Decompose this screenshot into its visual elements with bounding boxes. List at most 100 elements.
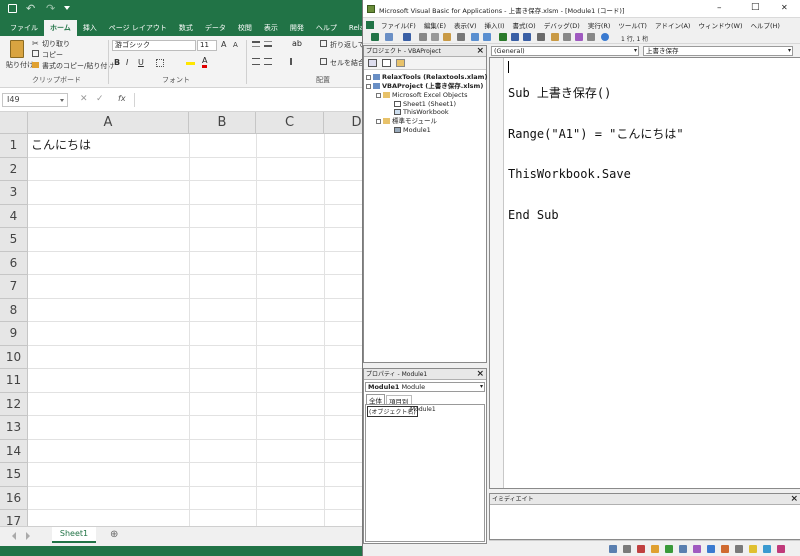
- tab-help[interactable]: ヘルプ: [310, 20, 343, 36]
- immediate-close-icon[interactable]: ×: [790, 494, 798, 505]
- save-icon[interactable]: [403, 33, 411, 41]
- redo-icon[interactable]: ↷: [46, 2, 55, 15]
- maximize-button[interactable]: □: [751, 2, 760, 12]
- object-browser-icon[interactable]: [575, 33, 583, 41]
- find-icon[interactable]: [457, 33, 465, 41]
- code-line[interactable]: End Sub: [508, 208, 684, 223]
- tray-icon-10[interactable]: [735, 545, 743, 553]
- insert-function-icon[interactable]: fx: [118, 94, 126, 103]
- column-header-c[interactable]: C: [256, 112, 324, 134]
- paste-button[interactable]: 貼り付け: [6, 60, 34, 70]
- object-selector[interactable]: Module1 Module ▾: [365, 382, 485, 392]
- menu-insert[interactable]: 挿入(I): [481, 20, 509, 30]
- row-header[interactable]: 16: [0, 486, 28, 510]
- cut-button[interactable]: 切り取り: [42, 39, 70, 49]
- font-color-icon[interactable]: A: [202, 57, 208, 68]
- tray-icon-8[interactable]: [707, 545, 715, 553]
- menu-debug[interactable]: デバッグ(D): [540, 20, 584, 30]
- view-code-icon[interactable]: [368, 59, 377, 67]
- project-explorer-icon[interactable]: [551, 33, 559, 41]
- tab-insert[interactable]: 挿入: [77, 20, 103, 36]
- formula-input[interactable]: [134, 93, 360, 107]
- sheet-tab-sheet1[interactable]: Sheet1: [52, 527, 96, 543]
- cut-icon[interactable]: [419, 33, 427, 41]
- run-icon[interactable]: [499, 33, 507, 41]
- font-size-combo[interactable]: 11: [197, 40, 217, 51]
- tab-developer[interactable]: 開発: [284, 20, 310, 36]
- close-button[interactable]: ✕: [781, 3, 788, 12]
- tree-thisworkbook[interactable]: ThisWorkbook: [394, 108, 449, 116]
- format-painter-button[interactable]: 書式のコピー/貼り付け: [42, 61, 114, 71]
- row-header[interactable]: 14: [0, 439, 28, 463]
- select-all-corner[interactable]: [0, 112, 28, 134]
- tab-home[interactable]: ホーム: [44, 20, 77, 36]
- orientation-icon[interactable]: ab: [292, 39, 302, 48]
- underline-button[interactable]: U: [138, 58, 144, 67]
- menu-edit[interactable]: 編集(E): [420, 20, 450, 30]
- row-header[interactable]: 10: [0, 345, 28, 369]
- tree-module1[interactable]: Module1: [394, 126, 431, 134]
- borders-icon[interactable]: [156, 59, 164, 67]
- help-icon[interactable]: [601, 33, 609, 41]
- tray-icon-9[interactable]: [721, 545, 729, 553]
- column-header-b[interactable]: B: [189, 112, 256, 134]
- menu-help[interactable]: ヘルプ(H): [746, 20, 783, 30]
- menu-file[interactable]: ファイル(F): [377, 20, 420, 30]
- row-header[interactable]: 17: [0, 510, 28, 526]
- tree-excel-objects[interactable]: Microsoft Excel Objects: [376, 91, 468, 99]
- view-excel-icon[interactable]: [371, 33, 379, 41]
- tray-icon-4[interactable]: [651, 545, 659, 553]
- italic-button[interactable]: I: [126, 58, 128, 67]
- project-close-icon[interactable]: ×: [476, 46, 484, 57]
- code-editor[interactable]: Sub 上書き保存() Range("A1") = "こんにちは" ThisWo…: [508, 60, 684, 249]
- menu-format[interactable]: 書式(O): [509, 20, 540, 30]
- immediate-window[interactable]: イミディエイト ×: [489, 493, 800, 540]
- collapse-icon[interactable]: [376, 93, 381, 98]
- tree-sheet1[interactable]: Sheet1 (Sheet1): [394, 100, 456, 108]
- row-header[interactable]: 13: [0, 416, 28, 440]
- tray-icon-5[interactable]: [665, 545, 673, 553]
- row-header[interactable]: 12: [0, 392, 28, 416]
- row-header[interactable]: 1: [0, 134, 28, 158]
- code-line[interactable]: Range("A1") = "こんにちは": [508, 127, 684, 142]
- tab-data[interactable]: データ: [199, 20, 232, 36]
- row-header[interactable]: 5: [0, 228, 28, 252]
- save-icon[interactable]: [8, 4, 17, 13]
- tab-file[interactable]: ファイル: [4, 20, 44, 36]
- properties-close-icon[interactable]: ×: [476, 369, 484, 380]
- grow-font-icon[interactable]: A: [221, 40, 226, 49]
- tray-icon-12[interactable]: [763, 545, 771, 553]
- font-name-combo[interactable]: 游ゴシック: [112, 40, 196, 51]
- row-header[interactable]: 3: [0, 181, 28, 205]
- row-header[interactable]: 15: [0, 463, 28, 487]
- collapse-icon[interactable]: [376, 119, 381, 124]
- reset-icon[interactable]: [523, 33, 531, 41]
- undo-icon[interactable]: [471, 33, 479, 41]
- tray-icon-13[interactable]: [777, 545, 785, 553]
- tray-icon-7[interactable]: [693, 545, 701, 553]
- cell-a1[interactable]: こんにちは: [31, 136, 91, 154]
- chevron-down-icon[interactable]: ▾: [480, 383, 483, 391]
- row-header[interactable]: 6: [0, 251, 28, 275]
- code-line[interactable]: ThisWorkbook.Save: [508, 167, 684, 182]
- enter-icon[interactable]: ✓: [96, 94, 104, 104]
- add-sheet-icon[interactable]: ⊕: [110, 529, 118, 540]
- menu-addins[interactable]: アドイン(A): [651, 20, 695, 30]
- chevron-down-icon[interactable]: ▾: [788, 47, 791, 55]
- insert-module-icon[interactable]: [385, 33, 393, 41]
- toggle-folders-icon[interactable]: [396, 59, 405, 67]
- tab-formulas[interactable]: 数式: [173, 20, 199, 36]
- minimize-button[interactable]: –: [717, 3, 722, 13]
- vba-excel-icon[interactable]: [366, 21, 374, 29]
- collapse-icon[interactable]: [366, 84, 371, 89]
- break-icon[interactable]: [511, 33, 519, 41]
- tray-icon-3[interactable]: [637, 545, 645, 553]
- expand-icon[interactable]: [366, 75, 371, 80]
- tab-review[interactable]: 校閲: [232, 20, 258, 36]
- tab-page-layout[interactable]: ページ レイアウト: [103, 20, 173, 36]
- center-icon[interactable]: [264, 58, 272, 65]
- row-header[interactable]: 8: [0, 298, 28, 322]
- row-header[interactable]: 4: [0, 204, 28, 228]
- copy-icon[interactable]: [431, 33, 439, 41]
- merge-button[interactable]: セルを結合: [330, 58, 365, 68]
